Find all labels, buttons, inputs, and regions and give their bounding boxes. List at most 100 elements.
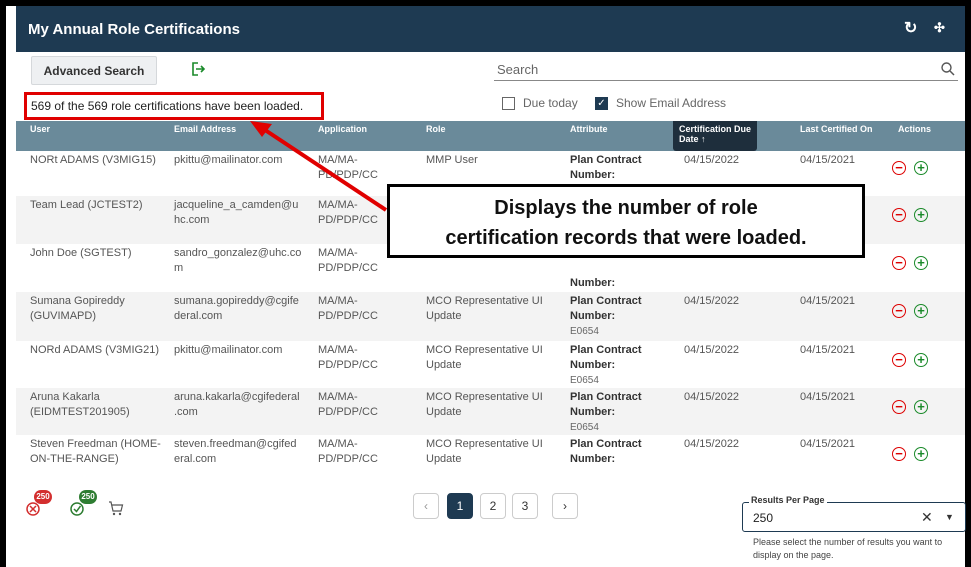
cell-due-date: 04/15/2022 — [684, 154, 740, 166]
show-email-box[interactable]: ✓ — [595, 96, 608, 110]
cell-line: PD/PDP/CC — [318, 310, 378, 322]
chevron-down-icon[interactable]: ▼ — [945, 512, 954, 522]
chevron-left-icon[interactable]: ‹ — [413, 493, 439, 519]
table-row[interactable]: Steven Freedman (HOME- ON-THE-RANGE) steve… — [16, 435, 965, 479]
cell-line: Steven Freedman (HOME- — [30, 438, 161, 450]
cell-email: steven.freedman@cgifed eral.com — [174, 437, 296, 467]
attribute-value: E0654 — [570, 326, 599, 337]
page-1-button[interactable]: 1 — [447, 493, 473, 519]
attribute-label: Plan Contract — [570, 295, 642, 307]
reject-count-badge: 250 — [34, 490, 52, 504]
attribute-label: Number: — [570, 453, 616, 465]
cell-email: sumana.gopireddy@cgife deral.com — [174, 294, 299, 324]
cell-due-date: 04/15/2022 — [684, 344, 740, 356]
column-application[interactable]: Application — [318, 124, 367, 134]
results-per-page-value[interactable]: 250 — [753, 511, 773, 525]
advanced-search-button[interactable]: Advanced Search — [31, 56, 157, 85]
cell-email: sandro_gonzalez@uhc.com — [174, 246, 301, 276]
minus-circle-icon[interactable]: − — [892, 304, 906, 318]
attribute-label: Plan Contract — [570, 154, 642, 166]
plus-circle-icon[interactable]: + — [914, 208, 928, 222]
attribute-label — [570, 261, 615, 276]
column-due-label: Certification Due Date — [679, 124, 752, 144]
cart-icon[interactable] — [108, 500, 124, 516]
column-attribute[interactable]: Attribute — [570, 124, 608, 134]
cell-app: MA/MA- PD/PDP/CC — [318, 390, 378, 420]
cell-line: hc.com — [174, 214, 210, 226]
search-icon[interactable] — [940, 61, 956, 77]
cell-role: MCO Representative UI Update — [426, 294, 543, 324]
page-3-button[interactable]: 3 — [512, 493, 538, 519]
due-today-box[interactable] — [502, 96, 515, 110]
callout-line-2: certification records that were loaded. — [445, 227, 807, 249]
due-today-checkbox[interactable]: Due today — [502, 96, 578, 110]
plus-circle-icon[interactable]: + — [914, 304, 928, 318]
cell-due-date: 04/15/2022 — [684, 438, 740, 450]
table-header: User Email Address Application Role Attr… — [16, 121, 965, 151]
minus-circle-icon[interactable]: − — [892, 447, 906, 461]
cell-user: Sumana Gopireddy (GUVIMAPD) — [30, 294, 125, 324]
refresh-icon[interactable]: ↻ — [904, 18, 917, 38]
minus-circle-icon[interactable]: − — [892, 353, 906, 367]
table-row[interactable]: NORd ADAMS (V3MIG21) pkittu@mailinator.co… — [16, 341, 965, 388]
attribute-label: Number: — [570, 169, 616, 181]
plus-circle-icon[interactable]: + — [914, 161, 928, 175]
attribute-label: Plan Contract — [570, 391, 642, 403]
cell-attribute: Plan Contract Number: — [570, 153, 642, 183]
column-certification-due-date[interactable]: Certification Due Date ↑ — [673, 121, 757, 151]
plus-circle-icon[interactable]: + — [914, 400, 928, 414]
page-title: My Annual Role Certifications — [28, 21, 240, 38]
cell-line: Update — [426, 406, 462, 418]
cell-line: (GUVIMAPD) — [30, 310, 96, 322]
cell-last-certified: 04/15/2021 — [800, 295, 856, 307]
cell-line: m — [174, 262, 184, 274]
cell-role: MCO Representative UI Update — [426, 437, 543, 467]
export-icon[interactable] — [190, 61, 206, 77]
column-last-certified[interactable]: Last Certified On — [800, 124, 873, 134]
attribute-label: Number: — [570, 310, 616, 322]
minus-circle-icon[interactable]: − — [892, 161, 906, 175]
cell-line: sandro_gonzalez@uhc.co — [174, 247, 302, 259]
search-input[interactable]: Search — [497, 62, 538, 77]
cell-email: jacqueline_a_camden@u hc.com — [174, 198, 298, 228]
cell-attribute: Plan Contract Number: E0654 — [570, 294, 642, 339]
search-underline — [494, 80, 958, 81]
cell-role: MCO Representative UI Update — [426, 390, 543, 420]
results-per-page-select[interactable]: Results Per Page 250 ✕ ▼ — [742, 495, 966, 532]
minus-circle-icon[interactable]: − — [892, 400, 906, 414]
cell-line: MCO Representative UI — [426, 344, 543, 356]
cell-due-date: 04/15/2022 — [684, 295, 740, 307]
show-email-checkbox[interactable]: ✓ Show Email Address — [595, 96, 726, 110]
column-user[interactable]: User — [30, 124, 50, 134]
cell-line: NORt ADAMS (V3MIG15) — [30, 154, 156, 166]
cell-user: NORt ADAMS (V3MIG15) — [30, 153, 156, 168]
collapse-icon[interactable]: ✣ — [934, 20, 945, 36]
due-today-label: Due today — [523, 96, 578, 110]
plus-circle-icon[interactable]: + — [914, 353, 928, 367]
cell-line: sumana.gopireddy@cgife — [174, 295, 299, 307]
cell-app: MA/MA- PD/PDP/CC — [318, 437, 378, 467]
cell-line: deral.com — [174, 310, 223, 322]
cell-line: steven.freedman@cgifed — [174, 438, 297, 450]
column-role[interactable]: Role — [426, 124, 446, 134]
cell-line: NORd ADAMS (V3MIG21) — [30, 344, 159, 356]
attribute-label: Number: — [570, 406, 616, 418]
table-row[interactable]: Aruna Kakarla (EIDMTEST201905) aruna.kakar… — [16, 388, 965, 435]
minus-circle-icon[interactable]: − — [892, 256, 906, 270]
chevron-right-icon[interactable]: › — [552, 493, 578, 519]
approve-count-badge: 250 — [79, 490, 97, 504]
cell-line: MA/MA- — [318, 344, 358, 356]
page-2-button[interactable]: 2 — [480, 493, 506, 519]
table-row[interactable]: Sumana Gopireddy (GUVIMAPD) sumana.gopired… — [16, 292, 965, 341]
attribute-value: E0654 — [570, 422, 599, 433]
cell-line: PD/PDP/CC — [318, 453, 378, 465]
cell-line: .com — [174, 406, 198, 418]
column-email[interactable]: Email Address — [174, 124, 236, 134]
plus-circle-icon[interactable]: + — [914, 256, 928, 270]
minus-circle-icon[interactable]: − — [892, 208, 906, 222]
cell-app: MA/MA- PD/PDP/CC — [318, 246, 378, 276]
cell-line: John Doe (SGTEST) — [30, 247, 132, 259]
results-per-page-help: Please select the number of results you … — [753, 537, 943, 560]
clear-icon[interactable]: ✕ — [921, 509, 933, 526]
plus-circle-icon[interactable]: + — [914, 447, 928, 461]
